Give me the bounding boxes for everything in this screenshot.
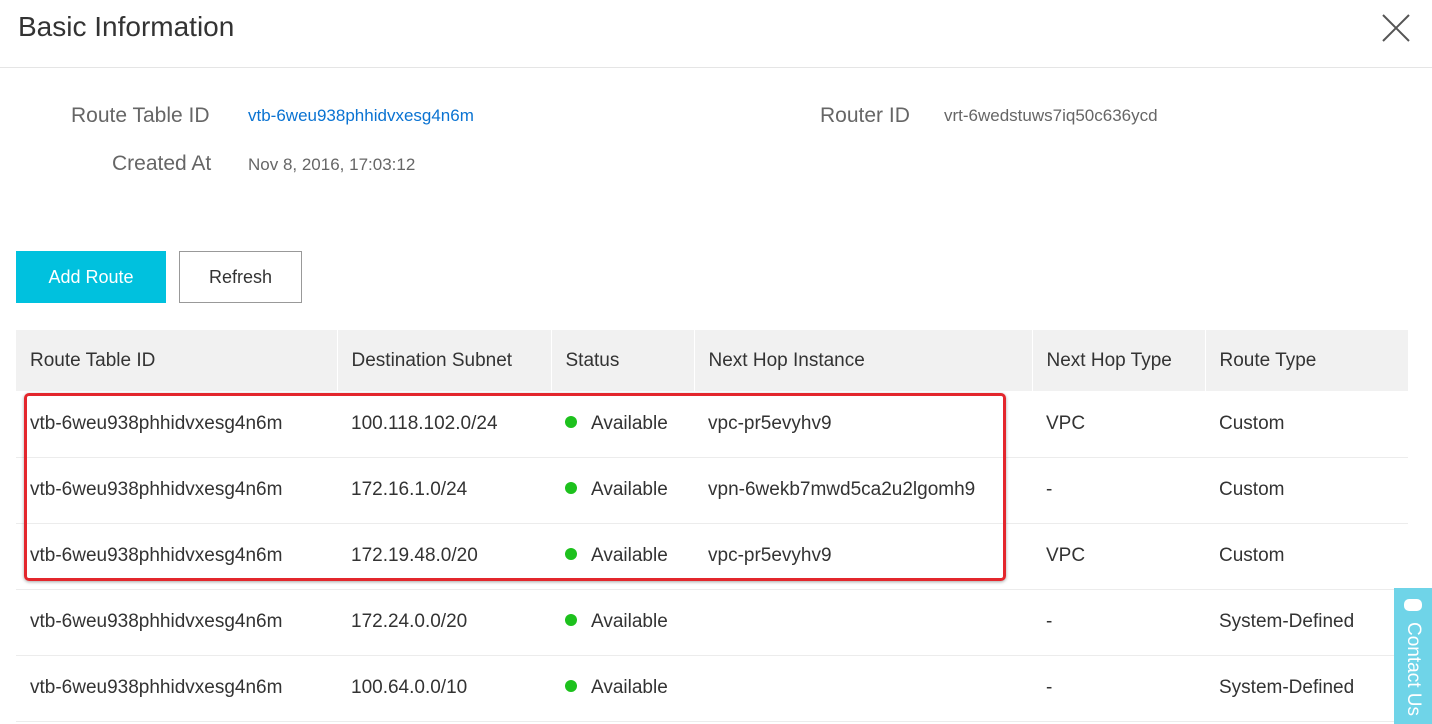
column-header-next-hop-type[interactable]: Next Hop Type (1032, 330, 1206, 391)
table-row: vtb-6weu938phhidvxesg4n6m 100.118.102.0/… (16, 391, 1408, 458)
router-id-value: vrt-6wedstuws7iq50c636ycd (944, 106, 1158, 125)
status-text: Available (591, 412, 668, 434)
status-dot-icon (565, 613, 577, 626)
cell-next-hop-instance[interactable]: vpn-6wekb7mwd5ca2u2lgomh9 (694, 457, 1032, 524)
cell-next-hop-type: - (1032, 655, 1205, 722)
created-at-label: Created At (112, 152, 212, 175)
status-dot-icon (565, 481, 577, 494)
route-table-id-label: Route Table ID (71, 104, 210, 127)
table-header-row: Route Table ID Destination Subnet Status… (16, 330, 1409, 391)
table-row: vtb-6weu938phhidvxesg4n6m 172.24.0.0/20 … (16, 589, 1408, 656)
table-row: vtb-6weu938phhidvxesg4n6m 172.19.48.0/20… (16, 523, 1408, 590)
status-text: Available (591, 545, 668, 566)
route-table-id-link[interactable]: vtb-6weu938phhidvxesg4n6m (248, 106, 474, 126)
cell-next-hop-type: - (1032, 589, 1205, 656)
status-text: Available (591, 611, 668, 632)
refresh-button[interactable]: Refresh (179, 251, 302, 303)
cell-status: Available (551, 457, 694, 524)
cell-destination-subnet: 100.64.0.0/10 (337, 655, 551, 722)
cell-destination-subnet: 100.118.102.0/24 (337, 391, 551, 458)
cell-destination-subnet: 172.19.48.0/20 (337, 523, 551, 590)
column-header-route-type[interactable]: Route Type (1205, 330, 1409, 391)
status-text: Available (591, 677, 668, 698)
column-header-destination-subnet[interactable]: Destination Subnet (337, 330, 552, 391)
status-dot-icon (565, 415, 577, 428)
cell-status: Available (551, 523, 694, 590)
cell-route-type: Custom (1205, 523, 1408, 590)
cell-status: Available (551, 655, 694, 722)
status-dot-icon (565, 547, 577, 560)
close-icon (1382, 14, 1410, 42)
cell-next-hop-instance[interactable]: vpc-pr5evyhv9 (694, 523, 1032, 590)
cell-next-hop-instance (694, 655, 1032, 722)
column-header-next-hop-instance[interactable]: Next Hop Instance (694, 330, 1033, 391)
cell-next-hop-instance (694, 589, 1032, 656)
status-dot-icon (565, 679, 577, 692)
table-row: vtb-6weu938phhidvxesg4n6m 100.64.0.0/10 … (16, 655, 1408, 722)
cell-next-hop-type: - (1032, 457, 1205, 524)
add-route-button[interactable]: Add Route (16, 251, 166, 303)
cell-next-hop-type: VPC (1032, 391, 1205, 458)
page-title: Basic Information (18, 11, 235, 42)
cell-route-table-id: vtb-6weu938phhidvxesg4n6m (16, 391, 337, 458)
cell-route-table-id: vtb-6weu938phhidvxesg4n6m (16, 523, 337, 590)
route-entries-table: Route Table ID Destination Subnet Status… (16, 330, 1409, 722)
column-header-route-table-id[interactable]: Route Table ID (16, 330, 338, 391)
status-text: Available (591, 479, 668, 500)
cell-status: Available (551, 391, 694, 458)
cell-next-hop-type: VPC (1032, 523, 1205, 590)
cell-route-type: System-Defined (1205, 655, 1408, 722)
dialog-header: Basic Information (0, 0, 1432, 68)
chat-icon (1404, 599, 1422, 611)
created-at-value: Nov 8, 2016, 17:03:12 (248, 155, 416, 174)
cell-destination-subnet: 172.16.1.0/24 (337, 457, 551, 524)
cell-route-type: Custom (1205, 391, 1408, 458)
cell-route-table-id: vtb-6weu938phhidvxesg4n6m (16, 655, 337, 722)
cell-next-hop-instance[interactable]: vpc-pr5evyhv9 (694, 391, 1032, 458)
cell-route-table-id: vtb-6weu938phhidvxesg4n6m (16, 457, 337, 524)
column-header-status[interactable]: Status (551, 330, 695, 391)
router-id-label: Router ID (820, 104, 910, 127)
contact-us-label: Contact Us (1403, 622, 1424, 716)
contact-us-tab[interactable]: Contact Us (1394, 588, 1432, 724)
cell-route-table-id: vtb-6weu938phhidvxesg4n6m (16, 589, 337, 656)
close-button[interactable] (1380, 12, 1412, 44)
cell-route-type: Custom (1205, 457, 1408, 524)
cell-route-type: System-Defined (1205, 589, 1408, 656)
cell-status: Available (551, 589, 694, 656)
cell-destination-subnet: 172.24.0.0/20 (337, 589, 551, 656)
table-row: vtb-6weu938phhidvxesg4n6m 172.16.1.0/24 … (16, 457, 1408, 524)
